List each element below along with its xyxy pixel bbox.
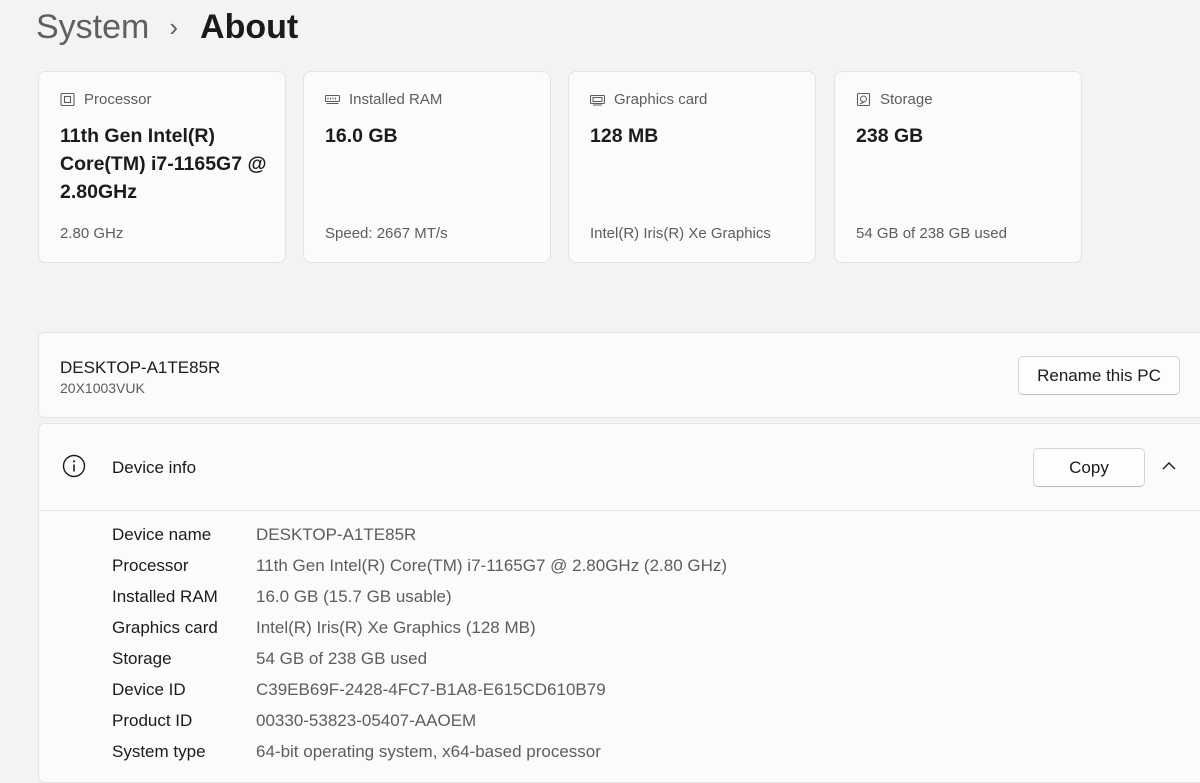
info-label: Processor <box>112 556 189 575</box>
page-title: About <box>200 7 299 46</box>
card-label: Processor <box>84 91 152 108</box>
pc-name: DESKTOP-A1TE85R <box>60 358 221 377</box>
card-header: Installed RAM <box>325 91 442 108</box>
breadcrumb-separator: › <box>169 11 179 42</box>
info-label: Installed RAM <box>112 587 218 606</box>
card-header: Processor <box>60 91 152 108</box>
card-label: Graphics card <box>614 91 708 108</box>
processor-icon <box>60 93 75 106</box>
card-value: 16.0 GB <box>325 125 398 147</box>
processor-card: Processor 11th Gen Intel(R) Core(TM) i7-… <box>38 71 286 263</box>
info-label: System type <box>112 742 206 761</box>
card-sub: Speed: 2667 MT/s <box>325 225 448 242</box>
rename-pc-button[interactable]: Rename this PC <box>1018 356 1180 395</box>
info-label: Device ID <box>112 680 186 699</box>
ram-card: Installed RAM 16.0 GB Speed: 2667 MT/s <box>303 71 551 263</box>
card-label: Storage <box>880 91 933 108</box>
info-value: 54 GB of 238 GB used <box>256 649 428 668</box>
info-label: Storage <box>112 649 172 668</box>
card-value: 238 GB <box>856 125 924 147</box>
info-value: DESKTOP-A1TE85R <box>256 525 417 544</box>
graphics-card-icon <box>590 94 605 106</box>
card-sub: 54 GB of 238 GB used <box>856 225 1007 242</box>
card-value: 128 MB <box>590 125 659 147</box>
breadcrumb-system-link[interactable]: System <box>36 8 149 47</box>
card-label: Installed RAM <box>349 91 443 108</box>
ram-icon <box>325 94 340 104</box>
device-info-title: Device info <box>112 458 197 477</box>
card-header: Graphics card <box>590 91 707 108</box>
info-label: Device name <box>112 525 212 544</box>
storage-card: Storage 238 GB 54 GB of 238 GB used <box>834 71 1082 263</box>
card-value: 11th Gen Intel(R) Core(TM) i7-1165G7 @ 2… <box>60 125 267 203</box>
info-value: C39EB69F-2428-4FC7-B1A8-E615CD610B79 <box>256 680 606 699</box>
device-info-header[interactable]: Device info Copy <box>39 424 1200 511</box>
chevron-up-icon[interactable] <box>1160 460 1178 472</box>
storage-icon <box>856 93 871 106</box>
card-sub: Intel(R) Iris(R) Xe Graphics <box>590 225 771 242</box>
info-icon <box>62 454 86 478</box>
info-label: Graphics card <box>112 618 218 637</box>
card-header: Storage <box>856 91 933 108</box>
breadcrumb: System › About <box>36 4 298 50</box>
graphics-card-card: Graphics card 128 MB Intel(R) Iris(R) Xe… <box>568 71 816 263</box>
info-value: 00330-53823-05407-AAOEM <box>256 711 477 730</box>
info-value: 11th Gen Intel(R) Core(TM) i7-1165G7 @ 2… <box>256 556 728 575</box>
info-label: Product ID <box>112 711 193 730</box>
pc-name-panel: DESKTOP-A1TE85R 20X1003VUK Rename this P… <box>38 332 1200 418</box>
pc-model: 20X1003VUK <box>60 380 145 396</box>
info-value: 64-bit operating system, x64-based proce… <box>256 742 601 761</box>
copy-button[interactable]: Copy <box>1033 448 1145 487</box>
device-info-panel: Device info Copy Device name DESKTOP-A1T… <box>38 423 1200 783</box>
info-value: Intel(R) Iris(R) Xe Graphics (128 MB) <box>256 618 536 637</box>
card-sub: 2.80 GHz <box>60 225 124 242</box>
info-value: 16.0 GB (15.7 GB usable) <box>256 587 452 606</box>
